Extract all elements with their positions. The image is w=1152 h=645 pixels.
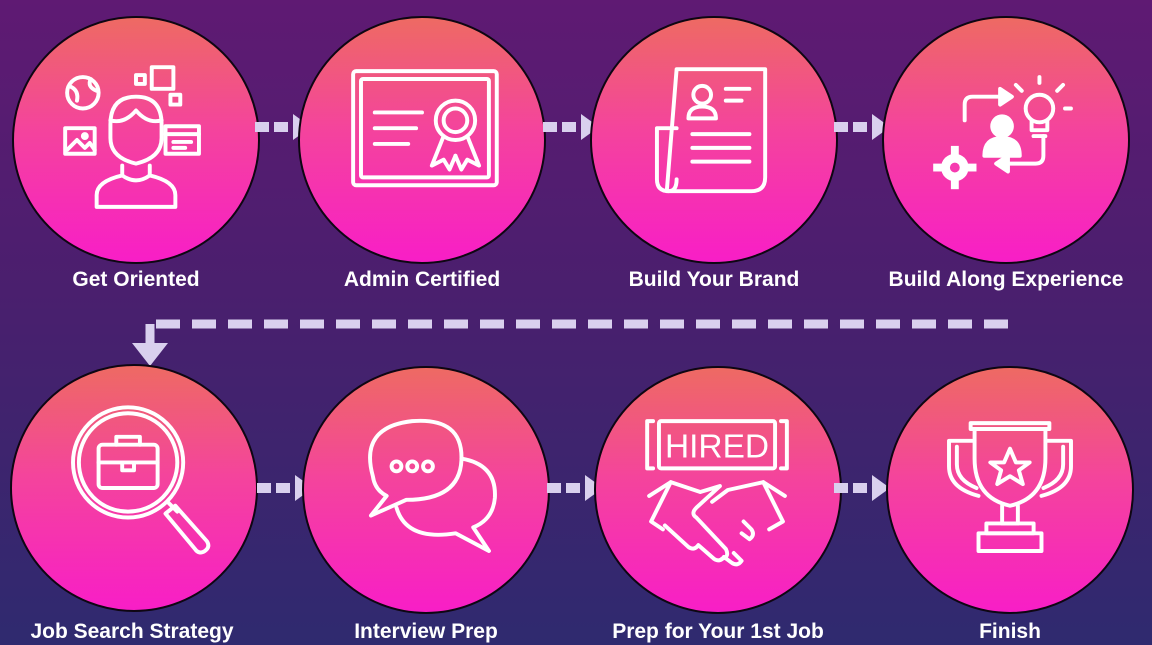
step-interview-prep — [302, 366, 550, 614]
step-label: Interview Prep — [354, 620, 498, 643]
step-label: Prep for Your 1st Job — [612, 620, 824, 643]
step-label: Job Search Strategy — [30, 620, 234, 643]
step-build-your-brand — [590, 16, 838, 264]
step-finish — [886, 366, 1134, 614]
step-admin-certified — [298, 16, 546, 264]
workflow-lightbulb-icon — [933, 75, 1073, 190]
hired-handshake-icon: HIRED — [645, 419, 789, 567]
trophy-icon — [947, 421, 1073, 553]
certificate-icon — [351, 69, 499, 188]
step-build-along-experience — [882, 16, 1130, 264]
user-with-apps-icon — [63, 65, 201, 209]
hired-sign-text: HIRED — [665, 429, 769, 466]
step-label: Build Along Experience — [888, 268, 1124, 291]
step-job-search-strategy — [10, 364, 258, 612]
step-prep-for-first-job: HIRED — [594, 366, 842, 614]
step-label: Finish — [979, 620, 1041, 643]
chat-bubbles-icon — [368, 418, 497, 553]
briefcase-search-icon — [71, 405, 211, 555]
step-label: Get Oriented — [72, 268, 200, 291]
step-label: Admin Certified — [343, 268, 501, 291]
step-label: Build Your Brand — [628, 268, 800, 291]
resume-document-icon — [654, 67, 768, 194]
step-get-oriented — [12, 16, 260, 264]
